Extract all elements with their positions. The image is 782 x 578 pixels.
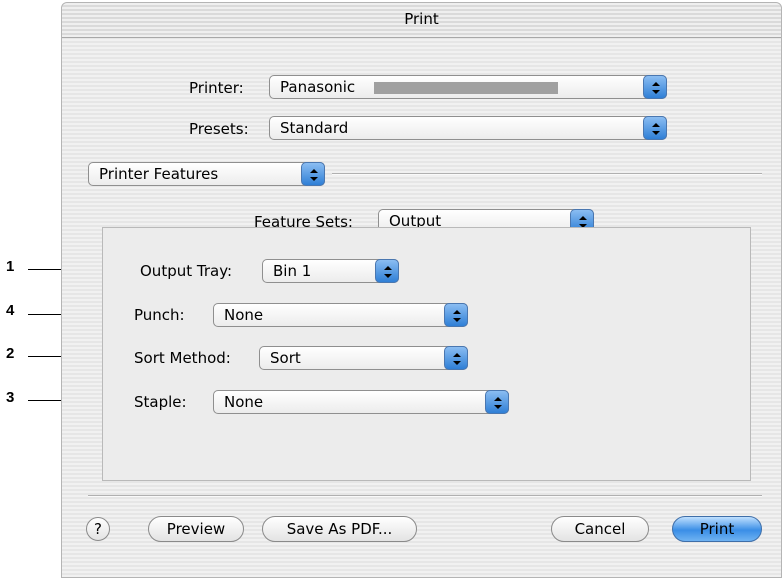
print-dialog: Print Printer: Panasonic Presets: Standa… bbox=[61, 2, 782, 578]
punch-label: Punch: bbox=[134, 306, 185, 324]
staple-popup[interactable]: None bbox=[213, 390, 509, 414]
pane-value: Printer Features bbox=[99, 165, 219, 183]
redacted-printer-model bbox=[374, 82, 558, 94]
presets-popup[interactable]: Standard bbox=[269, 116, 667, 140]
callout-1: 1 bbox=[6, 258, 15, 275]
preview-button[interactable]: Preview bbox=[148, 516, 244, 542]
presets-value: Standard bbox=[280, 119, 349, 137]
print-button[interactable]: Print bbox=[672, 516, 762, 542]
window-title: Print bbox=[404, 10, 439, 28]
updown-arrows-icon bbox=[643, 116, 667, 140]
updown-arrows-icon bbox=[444, 346, 468, 370]
output-tray-value: Bin 1 bbox=[273, 262, 312, 280]
updown-arrows-icon bbox=[301, 162, 325, 186]
bottom-separator bbox=[88, 495, 762, 497]
punch-popup[interactable]: None bbox=[213, 303, 468, 327]
output-tray-popup[interactable]: Bin 1 bbox=[262, 259, 399, 283]
save-as-pdf-button[interactable]: Save As PDF... bbox=[262, 516, 417, 542]
sort-method-value: Sort bbox=[270, 349, 301, 367]
callout-3: 3 bbox=[6, 389, 15, 406]
callout-2: 2 bbox=[6, 345, 15, 362]
cancel-button[interactable]: Cancel bbox=[551, 516, 649, 542]
updown-arrows-icon bbox=[444, 303, 468, 327]
updown-arrows-icon bbox=[375, 259, 399, 283]
sort-method-label: Sort Method: bbox=[134, 349, 231, 367]
sort-method-popup[interactable]: Sort bbox=[259, 346, 468, 370]
punch-value: None bbox=[224, 306, 264, 324]
staple-label: Staple: bbox=[134, 393, 187, 411]
staple-value: None bbox=[224, 393, 264, 411]
printer-label: Printer: bbox=[189, 79, 244, 97]
pane-popup[interactable]: Printer Features bbox=[88, 162, 325, 186]
printer-value: Panasonic bbox=[280, 78, 356, 96]
title-bar[interactable]: Print bbox=[62, 3, 781, 38]
updown-arrows-icon bbox=[485, 390, 509, 414]
help-button[interactable]: ? bbox=[86, 517, 110, 541]
presets-label: Presets: bbox=[189, 120, 249, 138]
updown-arrows-icon bbox=[643, 75, 667, 99]
output-tray-label: Output Tray: bbox=[140, 262, 233, 280]
callout-4: 4 bbox=[6, 302, 15, 319]
printer-popup[interactable]: Panasonic bbox=[269, 75, 667, 99]
pane-separator bbox=[332, 173, 762, 175]
